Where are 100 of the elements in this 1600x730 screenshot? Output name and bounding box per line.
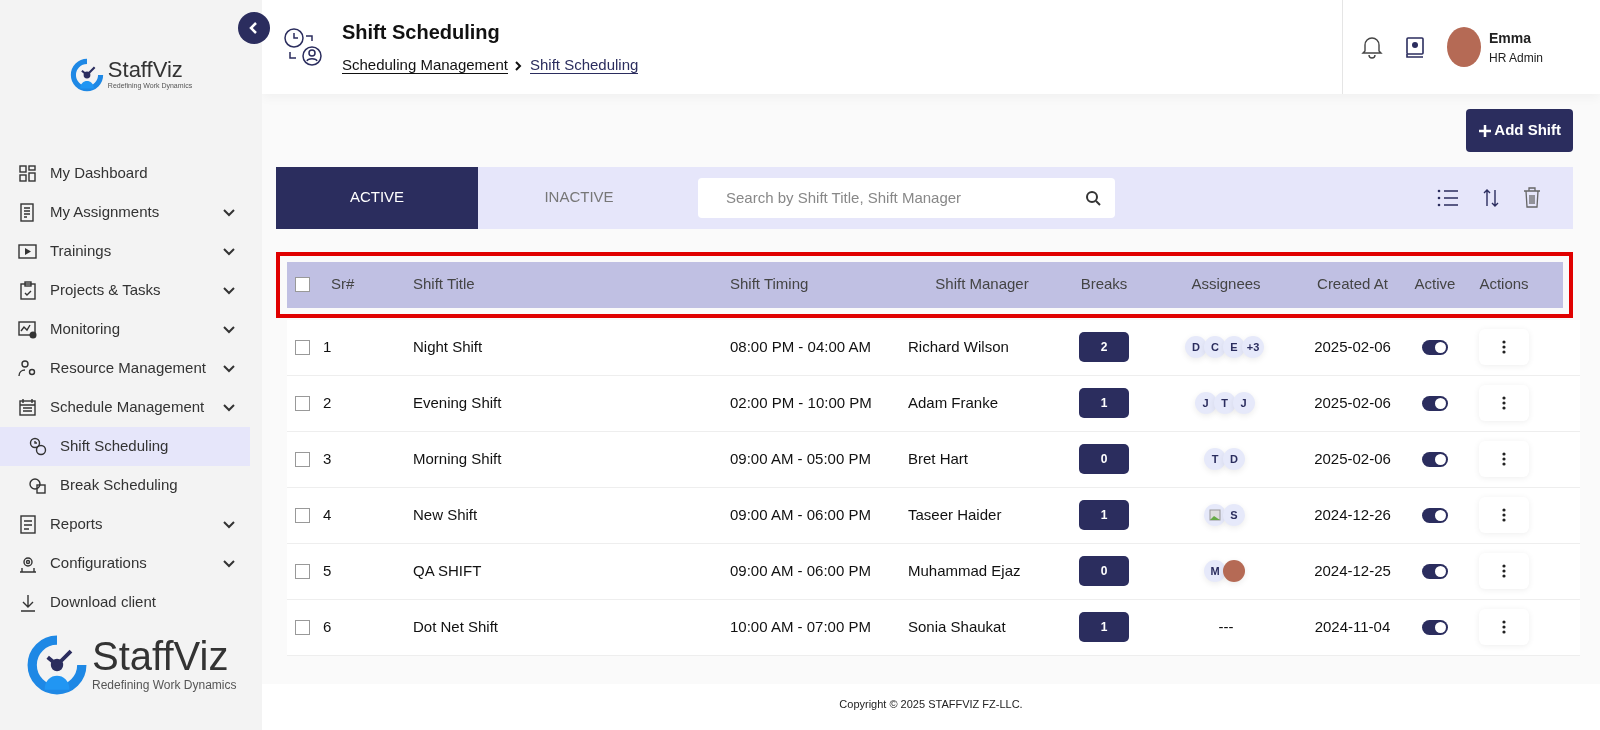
table-cell-text: Bret Hart <box>908 448 969 469</box>
breaks-count: 1 <box>1079 500 1129 530</box>
menu-item[interactable]: Reports <box>0 505 262 544</box>
column-header: Shift Title <box>413 274 476 295</box>
active-toggle[interactable] <box>1422 451 1448 467</box>
breaks-count: 2 <box>1079 332 1129 362</box>
add-shift-button[interactable]: Add Shift <box>1466 109 1573 152</box>
row-checkbox[interactable] <box>295 451 310 467</box>
user-name: Emma <box>1489 28 1533 48</box>
table-cell-text: Morning Shift <box>413 448 503 469</box>
menu-item[interactable]: My Assignments <box>0 193 262 232</box>
bell-icon <box>1361 35 1383 59</box>
table-cell-text: QA SHIFT <box>413 560 483 581</box>
table-cell-text: Richard Wilson <box>908 336 1010 357</box>
assignee-avatar: J <box>1194 392 1217 414</box>
kebab-menu-icon <box>1502 396 1506 410</box>
row-checkbox[interactable] <box>295 395 310 411</box>
table-cell-text: Sonia Shaukat <box>908 616 1007 637</box>
menu-item[interactable]: Projects & Tasks <box>0 271 262 310</box>
breaks-count: 1 <box>1079 612 1129 642</box>
user-role: HR Admin <box>1489 49 1544 67</box>
table-cell-text: 09:00 AM - 05:00 PM <box>730 448 872 469</box>
menu-item[interactable]: Trainings <box>0 232 262 271</box>
tab[interactable]: INACTIVE <box>478 166 680 229</box>
search-field[interactable]: Search by Shift Title, Shift Manager <box>698 177 1115 218</box>
menu-item[interactable]: Configurations <box>0 544 262 583</box>
search-icon <box>1085 189 1101 206</box>
kebab-menu-icon <box>1502 564 1506 578</box>
active-toggle[interactable] <box>1422 563 1448 579</box>
play-icon <box>18 241 38 262</box>
logo-mark-icon <box>69 58 104 92</box>
table-cell-text: 02:00 PM - 10:00 PM <box>730 392 873 413</box>
table-cell-text: 08:00 PM - 04:00 AM <box>730 336 872 357</box>
trash-icon <box>1523 187 1541 208</box>
user-avatar[interactable] <box>1447 27 1481 67</box>
select-all-checkbox[interactable] <box>295 277 310 292</box>
logo-name: StaffViz <box>107 58 184 81</box>
breadcrumb-link[interactable]: Scheduling Management <box>342 56 508 74</box>
table-cell-text: 2025-02-06 <box>1314 392 1391 413</box>
table-cell-text: 2024-11-04 <box>1314 616 1391 637</box>
menu-item[interactable]: Monitoring <box>0 310 262 349</box>
active-toggle[interactable] <box>1422 507 1448 523</box>
copyright-text: Copyright © 2025 STAFFVIZ FZ-LLC. <box>262 683 1600 730</box>
chart-icon <box>18 319 38 340</box>
table-cell-text: 4 <box>323 504 333 525</box>
calendar-icon <box>18 397 38 418</box>
table-cell-text: 2 <box>323 392 333 413</box>
column-header: Sr# <box>330 274 356 295</box>
menu-item[interactable]: Break Scheduling <box>0 466 262 505</box>
column-header: Shift Timing <box>730 274 810 295</box>
active-toggle[interactable] <box>1422 339 1448 355</box>
breaks-count: 0 <box>1079 444 1129 474</box>
column-header: Assignees <box>1191 274 1261 295</box>
column-header: Created At <box>1317 274 1388 295</box>
column-header: Breaks <box>1080 274 1128 295</box>
table-cell-text: 1 <box>323 336 333 357</box>
row-checkbox[interactable] <box>295 563 310 579</box>
table-cell-text: 3 <box>323 448 333 469</box>
row-checkbox[interactable] <box>295 507 310 523</box>
active-toggle[interactable] <box>1422 619 1448 635</box>
table-cell-text: 2024-12-25 <box>1314 560 1391 581</box>
kebab-menu-icon <box>1502 508 1506 522</box>
menu-item[interactable]: My Dashboard <box>0 154 262 193</box>
sort-icon <box>1483 187 1499 208</box>
person-gear-icon <box>18 358 38 379</box>
active-toggle[interactable] <box>1422 395 1448 411</box>
kebab-menu-icon <box>1502 452 1506 466</box>
plus-icon <box>1478 124 1493 139</box>
table-cell-text: --- <box>1218 616 1234 637</box>
assignee-avatar: C <box>1204 336 1226 358</box>
table-cell-text: 2024-12-26 <box>1314 504 1391 525</box>
table-cell-text: Muhammad Ejaz <box>908 560 1022 581</box>
tab[interactable]: ACTIVE <box>276 166 478 229</box>
menu-item[interactable]: Shift Scheduling <box>0 427 250 466</box>
row-checkbox[interactable] <box>295 619 310 635</box>
download-icon <box>18 592 38 613</box>
row-checkbox[interactable] <box>295 339 310 355</box>
column-header: Active <box>1414 274 1456 295</box>
table-cell-text: 09:00 AM - 06:00 PM <box>730 504 872 525</box>
breadcrumb-link[interactable]: Shift Scheduling <box>529 56 639 74</box>
column-header: Actions <box>1479 274 1529 295</box>
table-cell-text: Evening Shift <box>413 392 503 413</box>
assignee-avatar: E <box>1223 336 1245 358</box>
table-cell-text: Adam Franke <box>908 392 1000 413</box>
assignee-avatar: D <box>1185 336 1207 358</box>
table-cell-text: New Shift <box>413 504 479 525</box>
assignee-avatar <box>1223 560 1245 582</box>
menu-item[interactable]: Resource Management <box>0 349 262 388</box>
assignee-avatar: T <box>1204 448 1226 470</box>
table-cell-text: 10:00 AM - 07:00 PM <box>730 616 872 637</box>
collapse-button[interactable] <box>238 12 270 44</box>
table-cell-text: 09:00 AM - 06:00 PM <box>730 560 872 581</box>
table-cell-text: 2025-02-06 <box>1314 448 1391 469</box>
table-cell-text: 2025-02-06 <box>1314 336 1391 357</box>
breaks-count: 1 <box>1079 388 1129 418</box>
menu-item[interactable]: Schedule Management <box>0 388 262 427</box>
report-icon <box>18 514 38 535</box>
assignee-avatar: D <box>1223 448 1245 470</box>
breaks-count: 0 <box>1079 556 1129 586</box>
menu-item[interactable]: Download client <box>0 583 262 622</box>
